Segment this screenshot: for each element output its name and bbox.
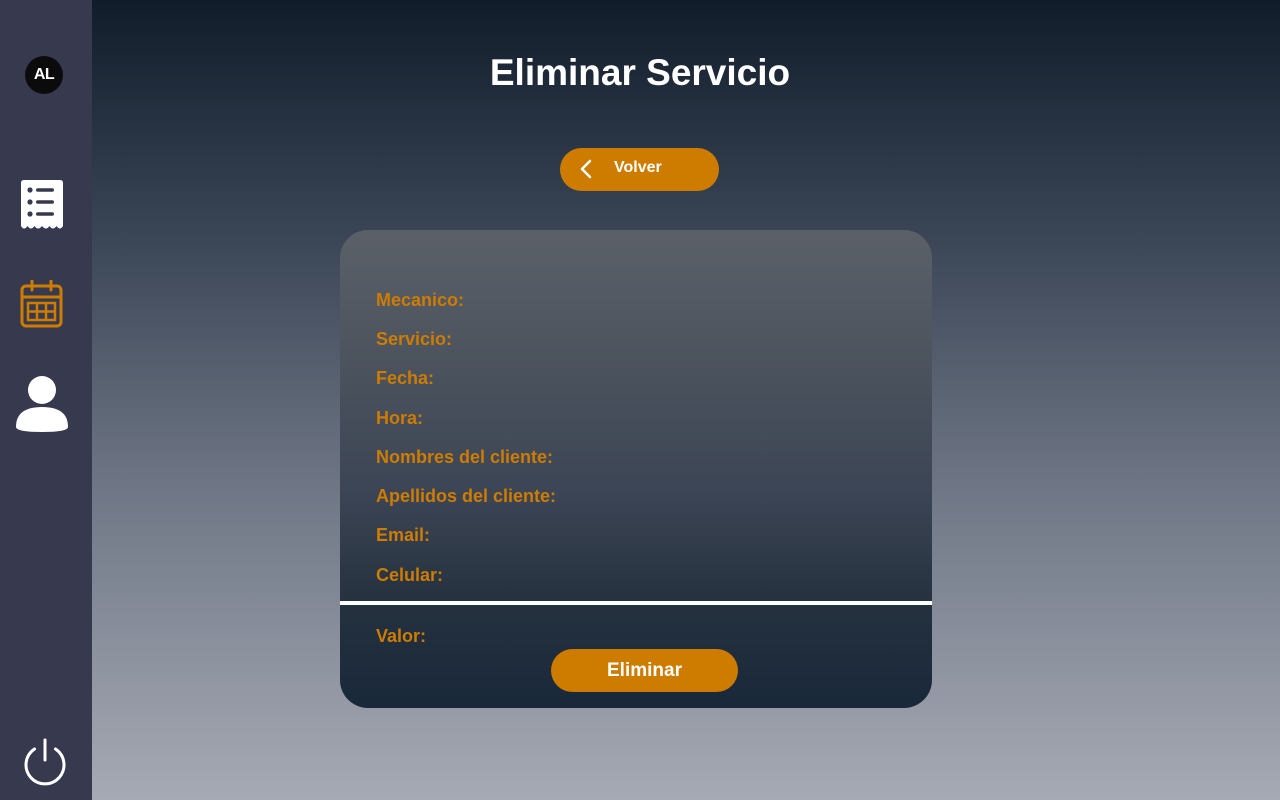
divider (340, 601, 932, 605)
field-servicio-label: Servicio: (376, 329, 453, 349)
user-icon[interactable] (15, 375, 69, 433)
sidebar: AL (0, 0, 92, 800)
field-email-label: Email: (376, 525, 431, 545)
chevron-left-icon (580, 159, 592, 179)
field-apellidos-label: Apellidos del cliente: (376, 486, 557, 506)
field-mecanico-label: Mecanico: (376, 290, 465, 310)
field-hora-label: Hora: (376, 408, 424, 428)
page-title: Eliminar Servicio (489, 52, 791, 93)
calendar-icon[interactable] (20, 280, 64, 328)
power-icon[interactable] (22, 738, 68, 786)
field-celular-label: Celular: (376, 565, 444, 585)
receipt-list-icon[interactable] (20, 180, 64, 232)
field-fecha-label: Fecha: (376, 368, 435, 388)
field-valor-label: Valor: (376, 626, 427, 646)
app-root: AL Eliminar Servicio Volver Mecanico: Se… (0, 0, 1280, 800)
back-button-label: Volver (614, 159, 662, 176)
back-button[interactable]: Volver (560, 148, 719, 191)
delete-button[interactable]: Eliminar (551, 649, 738, 692)
service-detail-card: Mecanico: Servicio: Fecha: Hora: Nombres… (340, 230, 932, 708)
field-nombres-label: Nombres del cliente: (376, 447, 554, 467)
